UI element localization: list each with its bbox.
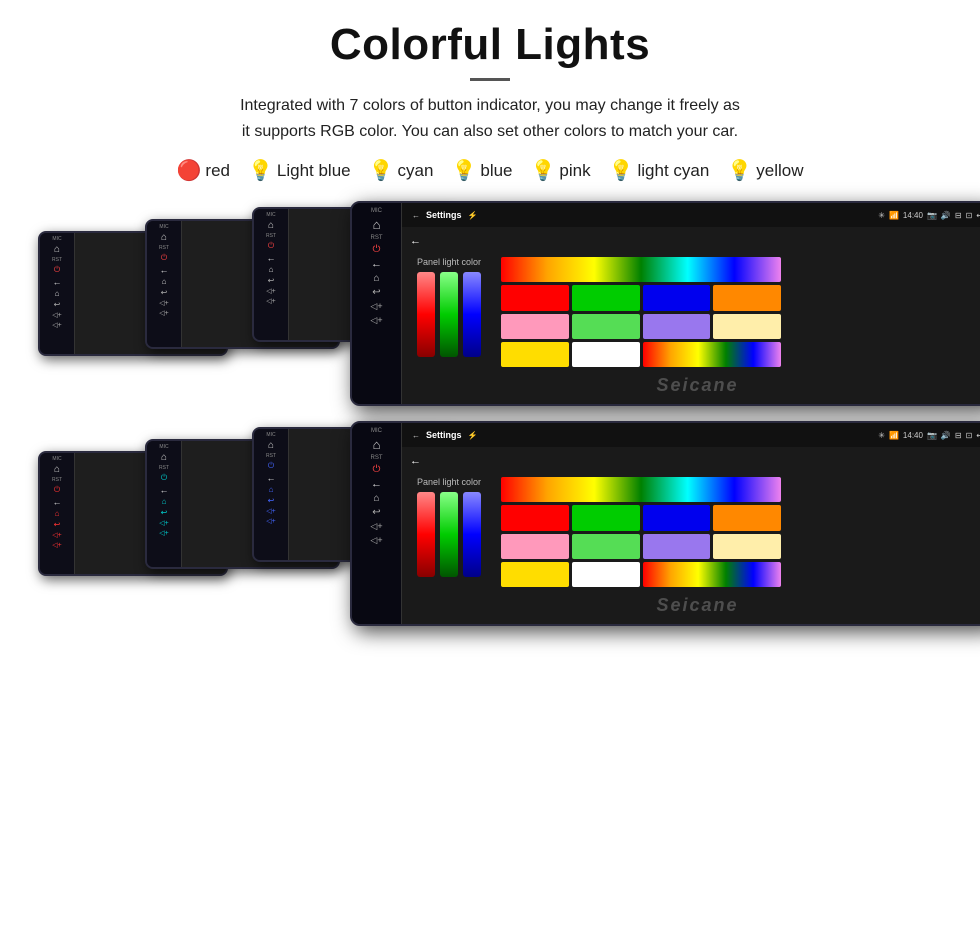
page-container: Colorful Lights Integrated with 7 colors…: [0, 0, 980, 940]
bottom-panel-light-label: Panel light color: [417, 477, 481, 487]
cyan-bulb-icon: 💡: [369, 158, 394, 183]
title-section: Colorful Lights Integrated with 7 colors…: [30, 20, 950, 144]
color-red: 🔴 red: [177, 158, 230, 183]
color-yellow: 💡 yellow: [727, 158, 803, 183]
pink-bulb-icon: 💡: [531, 158, 556, 183]
bottom-device-group: MIC ⌂ RST ⏻ ← ⌂ ↩ ◁+ ◁+ MIC ⌂ RST: [30, 421, 950, 631]
title-divider: [470, 78, 510, 81]
red-bulb-icon: 🔴: [177, 158, 202, 183]
bottom-status-time: 14:40: [903, 431, 923, 440]
top-watermark: Seicane: [656, 375, 738, 396]
lightblue-bulb-icon: 💡: [248, 158, 273, 183]
color-row: 🔴 red 💡 Light blue 💡 cyan 💡 blue 💡 pink …: [30, 158, 950, 183]
color-cyan-label: cyan: [398, 161, 434, 181]
status-time: 14:40: [903, 211, 923, 220]
color-blue-label: blue: [480, 161, 512, 181]
panel-light-label: Panel light color: [417, 257, 481, 267]
color-lightblue: 💡 Light blue: [248, 158, 351, 183]
page-title: Colorful Lights: [30, 20, 950, 70]
bottom-main-device: MIC ⌂ RST ⏻ ← ⌂ ↩ ◁+ ◁+ ← Sett: [350, 421, 980, 626]
color-blue: 💡 blue: [451, 158, 512, 183]
description-text: Integrated with 7 colors of button indic…: [30, 93, 950, 144]
color-cyan: 💡 cyan: [369, 158, 434, 183]
color-pink: 💡 pink: [531, 158, 591, 183]
color-lightblue-label: Light blue: [277, 161, 351, 181]
color-pink-label: pink: [559, 161, 590, 181]
bottom-settings-label: Settings: [426, 430, 462, 440]
color-lightcyan: 💡 light cyan: [609, 158, 710, 183]
top-main-device: MIC ⌂ RST ⏻ ← ⌂ ↩ ◁+ ◁+ ← Sett: [350, 201, 980, 406]
lightcyan-bulb-icon: 💡: [609, 158, 634, 183]
settings-label: Settings: [426, 210, 462, 220]
color-yellow-label: yellow: [756, 161, 803, 181]
yellow-bulb-icon: 💡: [727, 158, 752, 183]
blue-bulb-icon: 💡: [451, 158, 476, 183]
color-red-label: red: [205, 161, 230, 181]
color-lightcyan-label: light cyan: [638, 161, 710, 181]
top-device-group: MIC ⌂ RST ⏻ ← ⌂ ↩ ◁+ ◁+ MIC ⌂ RST: [30, 201, 950, 411]
bottom-watermark: Seicane: [656, 595, 738, 616]
